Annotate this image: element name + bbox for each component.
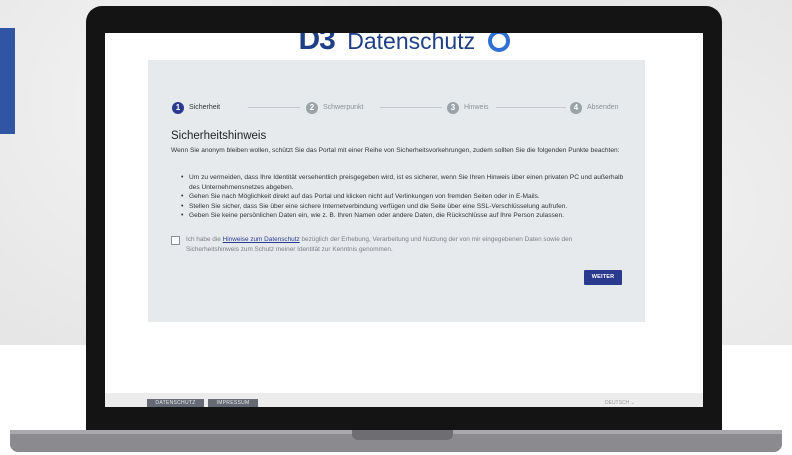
step-number: 2 [306, 101, 318, 114]
list-item: Gehen Sie nach Möglichkeit direkt auf da… [181, 192, 629, 202]
step-label: Absenden [587, 104, 619, 111]
step-label: Schwerpunkt [323, 104, 364, 111]
security-tips-list: Um zu vermeiden, dass Ihre Identität ver… [181, 173, 629, 221]
step-hinweis: 3 Hinweis [447, 101, 489, 114]
footer-impressum-button[interactable]: IMPRESSUM [208, 399, 258, 407]
language-selector[interactable]: DEUTSCH ⌄ [605, 400, 635, 406]
consent-checkbox[interactable] [171, 236, 180, 245]
list-item: Um zu vermeiden, dass Ihre Identität ver… [181, 173, 629, 192]
list-item: Stellen Sie sicher, dass Sie über eine s… [181, 202, 629, 212]
laptop-notch [352, 430, 453, 440]
step-label: Hinweis [464, 104, 489, 111]
next-button[interactable]: WEITER [584, 270, 622, 285]
list-item: Geben Sie keine persönlichen Daten ein, … [181, 211, 629, 221]
laptop-screen: D3 Datenschutz 1 Sicherheit 2 Schwerpunk… [105, 33, 703, 407]
logo-text: Datenschutz [347, 33, 476, 54]
step-connector [496, 107, 566, 108]
step-number: 1 [172, 101, 184, 114]
step-connector [248, 107, 300, 108]
step-schwerpunkt: 2 Schwerpunkt [306, 101, 363, 114]
step-sicherheit: 1 Sicherheit [172, 101, 220, 114]
page-title: Sicherheitshinweis [171, 130, 267, 142]
decorative-blue-block [0, 28, 15, 134]
privacy-link[interactable]: Hinweise zum Datenschutz [223, 236, 300, 243]
logo-ring-icon [487, 33, 510, 52]
step-number: 3 [447, 101, 459, 114]
logo-mark: D3 [298, 33, 335, 56]
step-absenden: 4 Absenden [570, 101, 619, 114]
step-label: Sicherheit [189, 104, 221, 111]
footer: DATENSCHUTZ IMPRESSUM DEUTSCH ⌄ [105, 393, 703, 407]
footer-datenschutz-button[interactable]: DATENSCHUTZ [147, 399, 204, 407]
consent-text: Ich habe die Hinweise zum Datenschutz be… [186, 235, 626, 255]
progress-stepper: 1 Sicherheit 2 Schwerpunkt 3 Hinweis 4 A… [172, 101, 621, 114]
consent-prefix: Ich habe die [186, 236, 223, 243]
intro-text: Wenn Sie anonym bleiben wollen, schützt … [171, 147, 620, 154]
step-number: 4 [570, 101, 582, 114]
site-logo[interactable]: D3 Datenschutz [105, 33, 703, 55]
wizard-card: 1 Sicherheit 2 Schwerpunkt 3 Hinweis 4 A… [148, 60, 645, 322]
consent-row: Ich habe die Hinweise zum Datenschutz be… [171, 235, 626, 255]
step-connector [380, 107, 442, 108]
